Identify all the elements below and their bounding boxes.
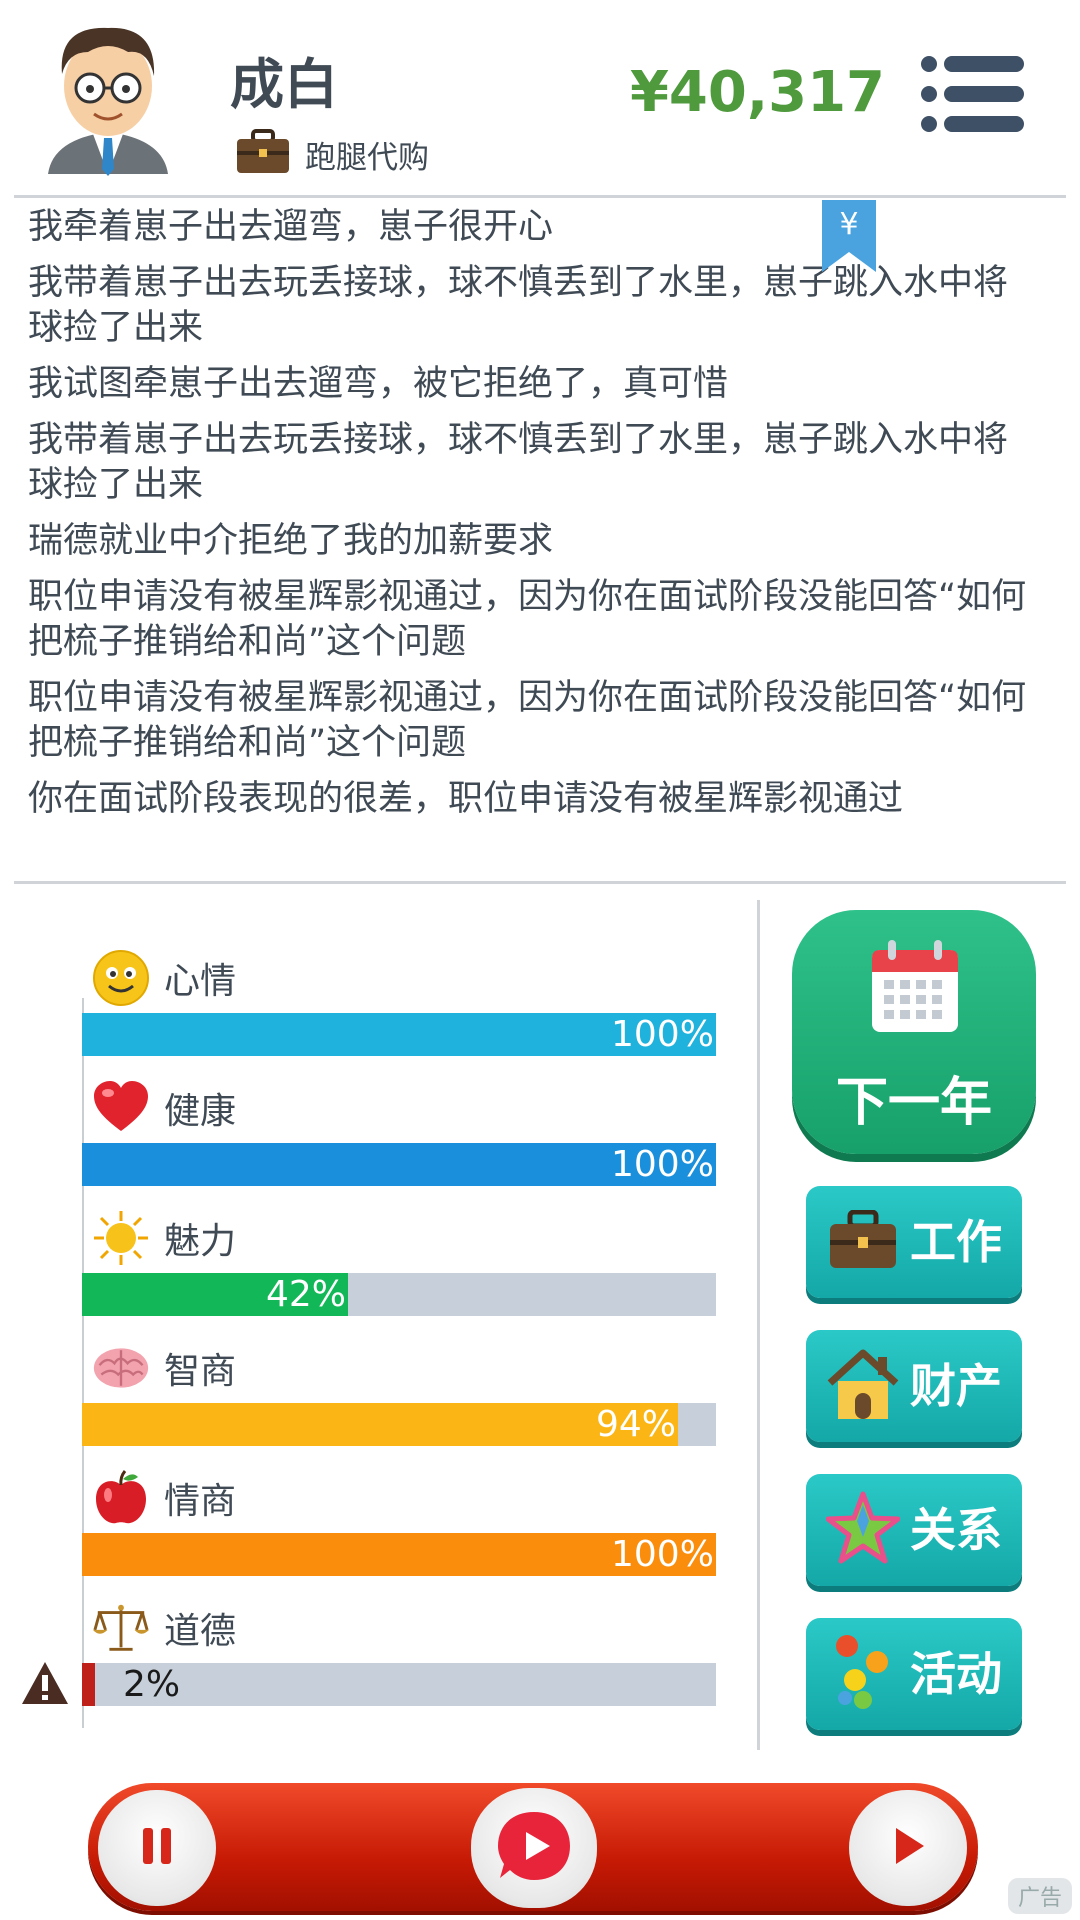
log-entry: 职位申请没有被星辉影视通过，因为你在面试阶段没能回答“如何把梳子推销给和尚”这个… [28,577,1027,662]
stat-label: 健康 [164,1091,237,1132]
stat-bar: 94% [82,1403,716,1446]
fast-forward-button[interactable] [849,1790,967,1906]
stat-percent: 100% [611,1534,714,1575]
pause-icon [137,1824,177,1872]
scales-icon [92,1599,150,1657]
work-button-label: 工作 [910,1215,1002,1269]
ad-badge[interactable]: 广告 [1007,1878,1072,1914]
event-log: 我牵着崽子出去遛弯，崽子很开心 我带着崽子出去玩丢接球，球不慎丢到了水里，崽子跳… [28,205,1038,833]
stat-label: 魅力 [164,1221,237,1262]
play-circle-icon [494,1806,574,1890]
normal-speed-button[interactable] [471,1788,597,1908]
stat-percent: 42% [266,1274,347,1315]
menu-icon[interactable] [920,55,1025,133]
log-entry: 职位申请没有被星辉影视通过，因为你在面试阶段没能回答“如何把梳子推销给和尚”这个… [28,678,1027,763]
activity-dots-icon [826,1632,900,1712]
relations-button-label: 关系 [910,1503,1002,1557]
stat-bar: 100% [82,1143,716,1186]
stat-label: 情商 [164,1481,237,1522]
stat-bar-fill [82,1403,678,1446]
log-entry: 我试图牵崽子出去遛弯，被它拒绝了，真可惜 [28,364,729,404]
log-entry: 你在面试阶段表现的很差，职位申请没有被星辉影视通过 [28,779,904,819]
panel-separator [757,900,760,1750]
relations-button[interactable]: 关系 [806,1474,1022,1586]
header-divider [14,195,1066,198]
stat-percent: 94% [596,1404,677,1445]
smiley-face-icon [92,949,150,1007]
calendar-icon [870,938,960,1034]
money-bookmark-icon[interactable]: ¥ [822,200,876,272]
money-balance: ¥40,317 [629,60,885,125]
stat-bar: 100% [82,1533,716,1576]
stat-label: 道德 [164,1611,237,1652]
log-entry: 我带着崽子出去玩丢接球，球不慎丢到了水里，崽子跳入水中将球捡了出来 [28,263,1009,348]
warning-icon[interactable] [20,1660,70,1706]
stat-percent: 100% [611,1144,714,1185]
house-icon [826,1344,900,1424]
player-name: 成白 [230,53,338,116]
job-info: 跑腿代购 [235,129,429,179]
activity-button[interactable]: 活动 [806,1618,1022,1730]
job-title: 跑腿代购 [305,139,429,176]
stat-bar-fill [82,1663,95,1706]
log-entry: 我牵着崽子出去遛弯，崽子很开心 [28,207,554,247]
play-icon [888,1824,928,1872]
brain-icon [92,1339,150,1397]
next-year-label: 下一年 [835,1073,992,1133]
log-divider [14,881,1066,884]
work-button[interactable]: 工作 [806,1186,1022,1298]
briefcase-icon [235,129,291,179]
stat-label: 心情 [164,961,237,1002]
stat-bar: 100% [82,1013,716,1056]
pause-button[interactable] [98,1790,216,1906]
heart-icon [92,1079,150,1137]
star-icon [826,1488,900,1568]
next-year-button[interactable]: 下一年 [792,910,1036,1154]
property-button[interactable]: 财产 [806,1330,1022,1442]
stat-bar: 2% [82,1663,716,1706]
svg-text:¥: ¥ [839,207,858,242]
briefcase-icon [826,1200,900,1280]
stat-percent: 100% [611,1014,714,1055]
player-avatar[interactable] [38,14,178,179]
stat-label: 智商 [164,1351,237,1392]
apple-icon [92,1469,150,1527]
property-button-label: 财产 [910,1359,1002,1413]
sun-icon [92,1209,150,1267]
stats-axis-line [82,998,84,1728]
stat-percent: 2% [123,1664,181,1705]
activity-button-label: 活动 [910,1647,1002,1701]
stat-bar: 42% [82,1273,716,1316]
log-entry: 瑞德就业中介拒绝了我的加薪要求 [28,521,554,561]
log-entry: 我带着崽子出去玩丢接球，球不慎丢到了水里，崽子跳入水中将球捡了出来 [28,420,1009,505]
